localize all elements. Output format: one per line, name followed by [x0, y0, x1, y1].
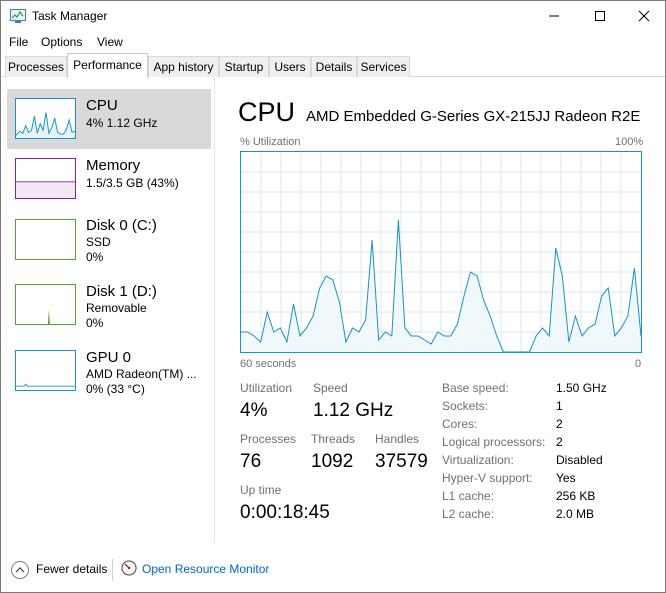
resource-gpu-0-name: GPU 0	[86, 349, 132, 366]
spec-label: Base speed:	[442, 381, 509, 395]
maximize-button[interactable]	[577, 1, 623, 31]
chevron-up-icon[interactable]	[11, 561, 29, 579]
resource-memory[interactable]: Memory 1.5/3.5 GB (43%)	[7, 149, 211, 209]
maximize-icon	[595, 11, 605, 21]
resource-disk-1[interactable]: Disk 1 (D:) Removable 0%	[7, 275, 211, 335]
fewer-details-button[interactable]: Fewer details	[36, 562, 107, 576]
handles-value: 37579	[375, 451, 428, 472]
menu-options[interactable]: Options	[41, 35, 82, 49]
spec-label: Hyper-V support:	[442, 471, 533, 485]
cpu-model-name: AMD Embedded G-Series GX-215JJ Radeon R2…	[306, 108, 641, 125]
footer-divider	[112, 559, 113, 581]
processes-label: Processes	[240, 432, 297, 446]
resource-disk-1-usage: 0%	[86, 316, 104, 330]
main-title: CPU	[238, 97, 296, 127]
graph-y-max: 100%	[615, 136, 644, 148]
resource-cpu-name: CPU	[86, 97, 118, 114]
spec-value: 2	[556, 435, 563, 449]
resource-list: CPU 4% 1.12 GHz Memory 1.5/3.5 GB (43%) …	[1, 78, 215, 542]
graph-y-label: % Utilization	[240, 136, 301, 148]
tab-startup[interactable]: Startup	[219, 56, 269, 77]
tab-performance[interactable]: Performance	[67, 53, 148, 78]
cpu-thumbnail-graph	[15, 98, 76, 139]
spec-value: 1.50 GHz	[556, 381, 607, 395]
menu-bar: File Options View	[1, 32, 665, 52]
tab-processes[interactable]: Processes	[5, 56, 67, 77]
spec-label: Sockets:	[442, 399, 489, 413]
uptime-label: Up time	[240, 483, 282, 497]
spec-label: Cores:	[442, 417, 478, 431]
tab-app-history[interactable]: App history	[148, 56, 219, 77]
title-bar: Task Manager	[1, 1, 665, 31]
gpu-0-thumbnail-graph	[15, 350, 76, 391]
resource-disk-1-name: Disk 1 (D:)	[86, 283, 157, 300]
utilization-value: 4%	[240, 400, 268, 421]
cpu-utilization-graph	[240, 151, 642, 353]
tab-details[interactable]: Details	[311, 56, 357, 77]
resource-disk-0[interactable]: Disk 0 (C:) SSD 0%	[7, 209, 211, 269]
utilization-label: Utilization	[240, 381, 293, 395]
speed-value: 1.12 GHz	[313, 400, 394, 421]
spec-value: 1	[556, 399, 563, 413]
close-button[interactable]	[621, 1, 666, 31]
resource-cpu[interactable]: CPU 4% 1.12 GHz	[7, 89, 211, 149]
resource-disk-0-name: Disk 0 (C:)	[86, 217, 157, 234]
memory-thumbnail-graph	[15, 158, 76, 199]
menu-file[interactable]: File	[9, 35, 28, 49]
resource-gpu-0-usage: 0% (33 °C)	[86, 382, 145, 396]
uptime-value: 0:00:18:45	[240, 502, 330, 523]
spec-value: Yes	[556, 471, 576, 485]
window-title: Task Manager	[32, 9, 108, 23]
speed-label: Speed	[313, 381, 348, 395]
resource-gpu-0-model: AMD Radeon(TM) ...	[86, 367, 197, 381]
spec-value: 2.0 MB	[556, 507, 595, 521]
graph-time-label: 60 seconds	[240, 358, 297, 370]
task-manager-icon	[10, 9, 26, 23]
spec-value: 256 KB	[556, 489, 596, 503]
spec-label: L1 cache:	[442, 489, 495, 503]
disk-1-thumbnail-graph	[15, 284, 76, 325]
spec-label: Virtualization:	[442, 453, 514, 467]
chevron-up-glyph	[15, 567, 25, 573]
disk-0-thumbnail-graph	[15, 219, 76, 260]
menu-view[interactable]: View	[97, 35, 123, 49]
resource-disk-0-type: SSD	[86, 235, 111, 249]
resource-disk-0-usage: 0%	[86, 250, 104, 264]
threads-value: 1092	[311, 451, 354, 472]
close-icon	[638, 10, 650, 22]
tab-users[interactable]: Users	[269, 56, 311, 77]
resource-disk-1-type: Removable	[86, 301, 147, 315]
threads-label: Threads	[311, 432, 356, 446]
open-resource-monitor-link[interactable]: Open Resource Monitor	[142, 562, 269, 576]
resource-gpu-0[interactable]: GPU 0 AMD Radeon(TM) ... 0% (33 °C)	[7, 341, 211, 401]
tab-services[interactable]: Services	[357, 56, 410, 77]
footer: Fewer details Open Resource Monitor	[1, 551, 665, 592]
spec-label: Logical processors:	[442, 435, 546, 449]
spec-label: L2 cache:	[442, 507, 495, 521]
resource-cpu-usage: 4% 1.12 GHz	[86, 116, 158, 130]
minimize-button[interactable]	[531, 1, 577, 31]
tab-strip: Processes Performance App history Startu…	[1, 53, 665, 78]
spec-value: 2	[556, 417, 563, 431]
graph-gridlines	[241, 152, 641, 352]
resource-memory-usage: 1.5/3.5 GB (43%)	[86, 176, 179, 190]
resource-monitor-icon[interactable]	[121, 560, 137, 576]
minimize-icon	[549, 15, 559, 17]
graph-time-end: 0	[635, 358, 642, 370]
resource-memory-name: Memory	[86, 157, 141, 174]
handles-label: Handles	[375, 432, 420, 446]
spec-value: Disabled	[556, 453, 603, 467]
processes-value: 76	[240, 451, 262, 472]
task-manager-window: Task Manager File Options View Processes…	[0, 0, 666, 593]
